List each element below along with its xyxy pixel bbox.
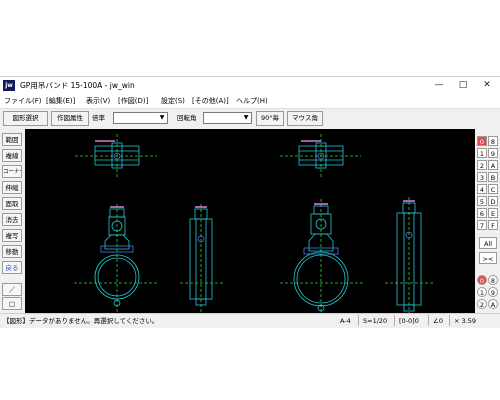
- chevron-down-icon: ▼: [243, 114, 249, 121]
- status-divider: [428, 315, 429, 326]
- minimize-button[interactable]: —: [428, 78, 450, 93]
- layer-5-button[interactable]: 5: [477, 196, 487, 206]
- drawing-canvas[interactable]: [25, 129, 475, 314]
- title-bar: jw GP用吊バンド 15-100A - jw_win — □ ✕: [0, 77, 500, 94]
- window-title: GP用吊バンド 15-100A - jw_win: [20, 81, 135, 90]
- paper-size[interactable]: A-4: [340, 315, 351, 327]
- scale-dropdown[interactable]: ▼: [113, 112, 168, 124]
- tool-parallel-line[interactable]: 複線: [2, 149, 22, 162]
- rotation-dropdown[interactable]: ▼: [203, 112, 252, 124]
- drawing-scale[interactable]: S=1/20: [363, 315, 387, 327]
- layer-e-button[interactable]: E: [488, 208, 498, 218]
- chevron-down-icon: ▼: [159, 114, 165, 121]
- plan-view-right: [280, 134, 361, 177]
- menu-settings[interactable]: 設定(S): [161, 95, 185, 107]
- rotate-90-button[interactable]: 90°毎: [256, 111, 284, 126]
- front-view-large: [280, 199, 363, 314]
- select-figure-button[interactable]: 図形選択: [3, 111, 48, 126]
- toolbar: 図形選択 作図属性 倍率 ▼ 回転角 ▼ 90°毎 マウス角: [0, 109, 500, 127]
- zoom-value[interactable]: × 3.59: [454, 315, 476, 327]
- layer-b-button[interactable]: B: [488, 172, 498, 182]
- layer-all-button[interactable]: All: [479, 237, 497, 249]
- status-divider: [394, 315, 395, 326]
- layer-6-button[interactable]: 6: [477, 208, 487, 218]
- layer-7-button[interactable]: 7: [477, 220, 487, 230]
- group-0-button[interactable]: 0: [477, 275, 487, 285]
- front-view-small: [74, 204, 159, 314]
- status-bar: 【図形】データがありません。再選択してください。 A-4 S=1/20 [0-0…: [0, 313, 500, 328]
- tool-erase[interactable]: 消去: [2, 213, 22, 226]
- layer-toggle-button[interactable]: ><: [479, 252, 497, 264]
- layer-0-button[interactable]: 0: [477, 136, 487, 146]
- tool-undo[interactable]: 戻る: [2, 261, 22, 274]
- status-divider: [449, 315, 450, 326]
- menu-bar: ファイル(F) [編集(E)] 表示(V) [作図(D)] 設定(S) [その他…: [0, 94, 500, 109]
- layer-c-button[interactable]: C: [488, 184, 498, 194]
- layer-1-button[interactable]: 1: [477, 148, 487, 158]
- tool-range[interactable]: 範囲: [2, 133, 22, 146]
- group-2-button[interactable]: 2: [477, 299, 487, 309]
- tool-corner[interactable]: コーナー: [2, 165, 22, 178]
- scale-label: 倍率: [92, 114, 105, 122]
- group-a-button[interactable]: A: [488, 299, 498, 309]
- menu-file[interactable]: ファイル(F): [4, 95, 42, 107]
- side-view-large: [385, 197, 433, 314]
- menu-view[interactable]: 表示(V): [86, 95, 110, 107]
- plan-view-left: [75, 134, 157, 177]
- app-window: jw GP用吊バンド 15-100A - jw_win — □ ✕ ファイル(F…: [0, 76, 500, 328]
- layer-2-button[interactable]: 2: [477, 160, 487, 170]
- menu-edit[interactable]: [編集(E)]: [46, 95, 75, 107]
- layer-d-button[interactable]: D: [488, 196, 498, 206]
- layer-4-button[interactable]: 4: [477, 184, 487, 194]
- status-divider: [358, 315, 359, 326]
- angle-value[interactable]: ∠0: [433, 315, 443, 327]
- mouse-angle-button[interactable]: マウス角: [287, 111, 323, 126]
- maximize-button[interactable]: □: [452, 78, 474, 93]
- layer-9-button[interactable]: 9: [488, 148, 498, 158]
- tool-move[interactable]: 移動: [2, 245, 22, 258]
- figure-attribute-button[interactable]: 作図属性: [51, 111, 89, 126]
- app-logo: jw: [3, 80, 15, 91]
- rotation-label: 回転角: [177, 114, 197, 122]
- tool-rectangle[interactable]: □: [2, 297, 22, 310]
- tool-chamfer[interactable]: 面取: [2, 197, 22, 210]
- line-icon: ／: [8, 286, 16, 294]
- cad-drawing: [74, 134, 433, 314]
- rectangle-icon: □: [8, 300, 16, 308]
- layer-panel: 0 8 1 9 2 A 3 B 4 C 5 D 6 E 7 F All >< 0…: [475, 129, 500, 319]
- current-layer[interactable]: [0-0]0: [399, 315, 419, 327]
- tool-line[interactable]: ／: [2, 283, 22, 296]
- tool-copy[interactable]: 複写: [2, 229, 22, 242]
- menu-help[interactable]: ヘルプ(H): [236, 95, 268, 107]
- close-button[interactable]: ✕: [476, 78, 498, 93]
- left-toolbox: 範囲 複線 コーナー 伸縮 面取 消去 複写 移動 戻る ／ □: [0, 129, 24, 313]
- status-message: 【図形】データがありません。再選択してください。: [3, 317, 159, 325]
- menu-other[interactable]: [その他(A)]: [192, 95, 229, 107]
- group-9-button[interactable]: 9: [488, 287, 498, 297]
- layer-3-button[interactable]: 3: [477, 172, 487, 182]
- layer-a-button[interactable]: A: [488, 160, 498, 170]
- menu-draw[interactable]: [作図(D)]: [118, 95, 148, 107]
- group-8-button[interactable]: 8: [488, 275, 498, 285]
- tool-extend[interactable]: 伸縮: [2, 181, 22, 194]
- side-view-small: [180, 204, 225, 314]
- layer-8-button[interactable]: 8: [488, 136, 498, 146]
- group-1-button[interactable]: 1: [477, 287, 487, 297]
- layer-f-button[interactable]: F: [488, 220, 498, 230]
